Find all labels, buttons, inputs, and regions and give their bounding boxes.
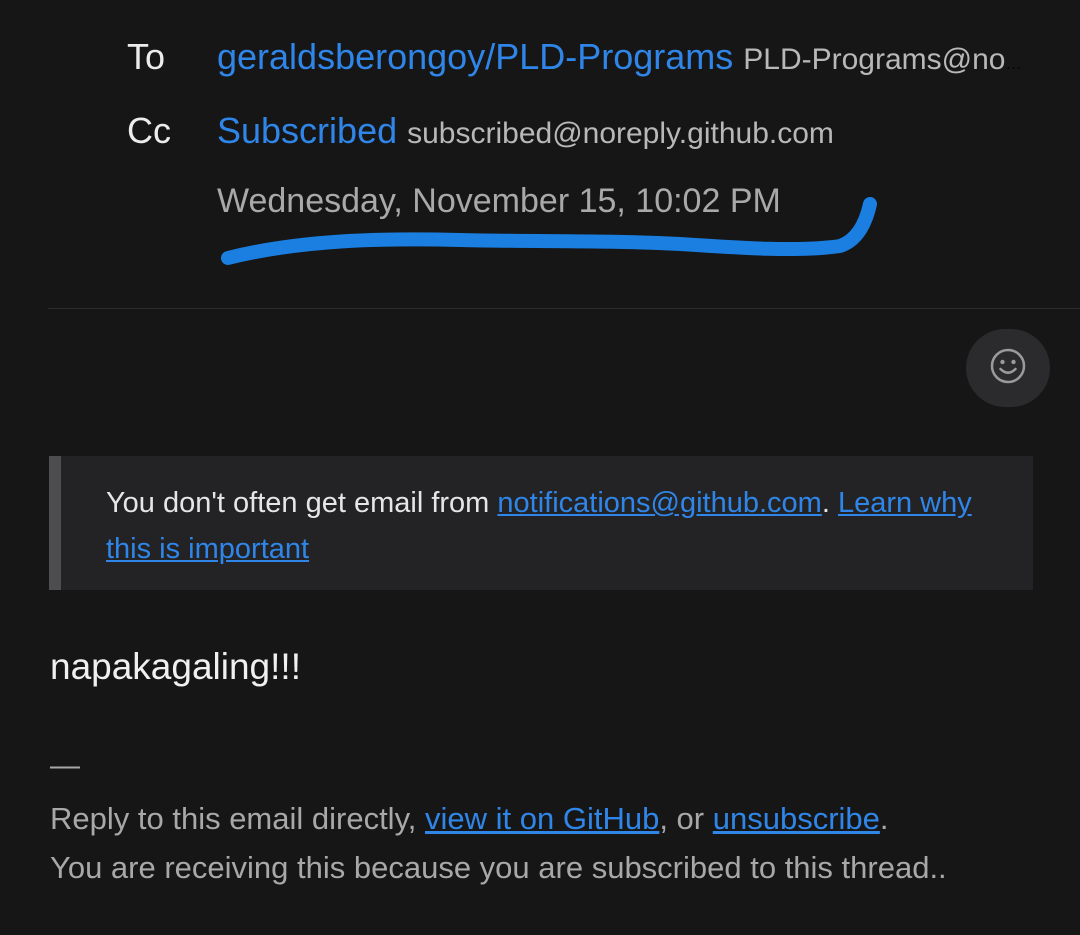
message-body: napakagaling!!! (50, 646, 301, 687)
header-divider (48, 308, 1080, 309)
add-reaction-button[interactable] (966, 329, 1050, 407)
reply-footer: Reply to this email directly, view it on… (50, 801, 889, 837)
smiley-face-icon (989, 347, 1027, 390)
sender-notice-banner: You don't often get email from notificat… (49, 456, 1033, 590)
unsubscribe-link[interactable]: unsubscribe (713, 801, 880, 836)
signature-dash: — (50, 749, 80, 782)
view-on-github-link[interactable]: view it on GitHub (425, 801, 659, 836)
footer-period: . (879, 801, 889, 836)
notice-period: . (821, 487, 838, 519)
sender-email-link[interactable]: notifications@github.com (497, 487, 821, 519)
notice-prefix: You don't often get email from (106, 487, 498, 519)
email-view: To geraldsberongoy/PLD-Programs PLD-Progr… (0, 0, 1080, 935)
receiving-reason: You are receiving this because you are s… (50, 850, 947, 885)
footer-or: , or (659, 801, 713, 836)
underline-annotation (221, 197, 877, 265)
footer-prefix: Reply to this email directly, (50, 801, 425, 836)
notice-text: You don't often get email from notificat… (106, 480, 996, 572)
